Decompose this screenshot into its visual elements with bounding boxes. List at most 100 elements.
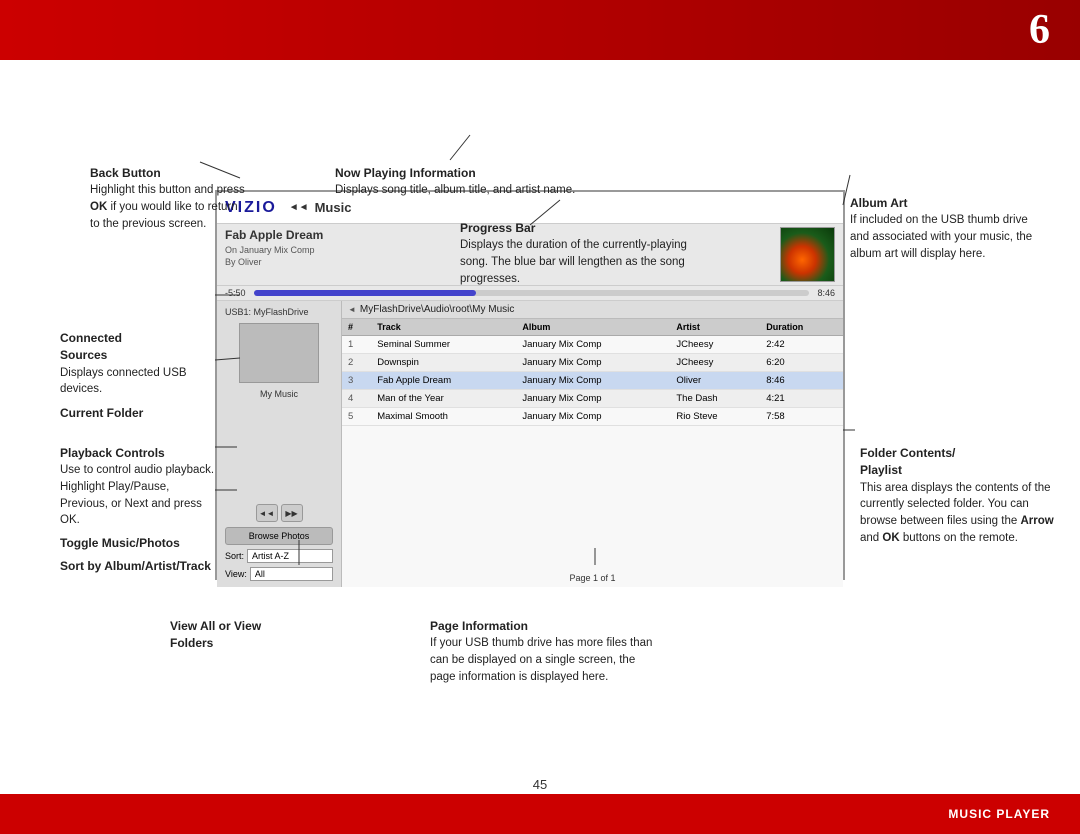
- track-num: 5: [342, 408, 371, 426]
- table-row[interactable]: 5 Maximal Smooth January Mix Comp Rio St…: [342, 408, 843, 426]
- col-album: Album: [516, 319, 670, 336]
- on-label: On: [225, 245, 237, 255]
- view-input[interactable]: All: [250, 567, 333, 581]
- table-row[interactable]: 1 Seminal Summer January Mix Comp JChees…: [342, 336, 843, 354]
- sort-row: Sort: Artist A-Z: [225, 549, 333, 563]
- ann-now-playing: Now Playing Information Displays song ti…: [335, 165, 625, 199]
- ann-playback-text: Use to control audio playback. Highlight…: [60, 462, 220, 529]
- ann-connected-sources: ConnectedSources Displays connected USB …: [60, 330, 210, 398]
- ann-view-all-title: View All or ViewFolders: [170, 618, 330, 653]
- bottom-bar: MUSIC PLAYER: [0, 794, 1080, 834]
- album-art: [780, 227, 835, 282]
- track-artist: Rio Steve: [670, 408, 760, 426]
- ann-page-info: Page Information If your USB thumb drive…: [430, 618, 660, 685]
- ann-album-art: Album Art If included on the USB thumb d…: [850, 195, 1050, 262]
- on-album-line: On January Mix Comp: [225, 244, 323, 257]
- track-duration: 7:58: [760, 408, 843, 426]
- ann-folder-contents-title: Folder Contents/Playlist: [860, 445, 1055, 480]
- ann-sort-title: Sort by Album/Artist/Track: [60, 558, 220, 575]
- track-album: January Mix Comp: [516, 372, 670, 390]
- ann-progress-title: Progress Bar: [460, 220, 700, 237]
- col-artist: Artist: [670, 319, 760, 336]
- time-elapsed: -5:50: [225, 288, 246, 298]
- track-name: Fab Apple Dream: [371, 372, 516, 390]
- progress-track: [254, 290, 810, 296]
- browse-photos-button[interactable]: Browse Photos: [225, 527, 333, 545]
- file-table: # Track Album Artist Duration 1 Seminal …: [342, 319, 843, 426]
- track-name: Maximal Smooth: [371, 408, 516, 426]
- track-album: January Mix Comp: [516, 336, 670, 354]
- track-num: 4: [342, 390, 371, 408]
- track-name: Downspin: [371, 354, 516, 372]
- ann-back-button-title: Back Button: [90, 165, 245, 182]
- ann-folder-contents-text: This area displays the contents of the c…: [860, 480, 1055, 547]
- back-button-icon[interactable]: ◄◄: [289, 202, 309, 213]
- top-bar: 6: [0, 0, 1080, 60]
- path-text: MyFlashDrive\Audio\root\My Music: [360, 304, 514, 315]
- track-duration: 4:21: [760, 390, 843, 408]
- sort-label: Sort:: [225, 551, 244, 561]
- ann-playback-controls: Playback Controls Use to control audio p…: [60, 445, 220, 576]
- tv-sidebar: USB1: MyFlashDrive My Music ◄◄ ▶▶ Browse…: [217, 301, 342, 587]
- table-row[interactable]: 2 Downspin January Mix Comp JCheesy 6:20: [342, 354, 843, 372]
- ann-folder-contents: Folder Contents/Playlist This area displ…: [860, 445, 1055, 546]
- track-num: 1: [342, 336, 371, 354]
- track-num: 2: [342, 354, 371, 372]
- track-artist: JCheesy: [670, 354, 760, 372]
- ann-progress-bar: Progress Bar Displays the duration of th…: [460, 220, 700, 287]
- path-arrow-icon: ◄: [348, 305, 356, 314]
- page-chapter-number: 6: [1029, 6, 1050, 54]
- ann-current-folder: Current Folder: [60, 405, 210, 422]
- main-content: VIZIO ◄◄ Music Fab Apple Dream On Januar…: [0, 60, 1080, 794]
- ann-now-playing-title: Now Playing Information: [335, 165, 625, 182]
- table-row[interactable]: 3 Fab Apple Dream January Mix Comp Olive…: [342, 372, 843, 390]
- ann-page-info-text: If your USB thumb drive has more files t…: [430, 635, 660, 685]
- ann-back-button-text: Highlight this button and press OK if yo…: [90, 182, 245, 232]
- album-art-image: [781, 228, 834, 281]
- spacer: [221, 399, 337, 501]
- time-total: 8:46: [817, 288, 835, 298]
- path-bar: ◄ MyFlashDrive\Audio\root\My Music: [342, 301, 843, 319]
- ann-album-art-title: Album Art: [850, 195, 1050, 212]
- ann-page-info-title: Page Information: [430, 618, 660, 635]
- ann-connected-sources-title: ConnectedSources: [60, 330, 210, 365]
- folder-box: [239, 323, 319, 383]
- ann-back-button: Back Button Highlight this button and pr…: [90, 165, 245, 232]
- ann-connected-sources-text: Displays connected USB devices.: [60, 365, 210, 398]
- col-duration: Duration: [760, 319, 843, 336]
- col-num: #: [342, 319, 371, 336]
- now-playing-info: Fab Apple Dream On January Mix Comp By O…: [225, 227, 323, 269]
- by-label: By: [225, 257, 236, 267]
- music-label: Music: [315, 200, 352, 215]
- view-label: View:: [225, 569, 247, 579]
- tv-body: USB1: MyFlashDrive My Music ◄◄ ▶▶ Browse…: [217, 301, 843, 587]
- ann-current-folder-title: Current Folder: [60, 405, 210, 422]
- artist-now-playing: Oliver: [238, 257, 262, 267]
- track-duration: 2:42: [760, 336, 843, 354]
- table-row[interactable]: 4 Man of the Year January Mix Comp The D…: [342, 390, 843, 408]
- sort-input[interactable]: Artist A-Z: [247, 549, 333, 563]
- track-duration: 6:20: [760, 354, 843, 372]
- progress-section: -5:50 8:46: [217, 286, 843, 301]
- progress-fill: [254, 290, 476, 296]
- page-info: Page 1 of 1: [342, 569, 843, 587]
- track-name: Man of the Year: [371, 390, 516, 408]
- folder-label: My Music: [221, 389, 337, 399]
- prev-button[interactable]: ◄◄: [256, 504, 278, 522]
- by-artist-line: By Oliver: [225, 256, 323, 269]
- usb-label: USB1: MyFlashDrive: [221, 305, 337, 319]
- track-album: January Mix Comp: [516, 390, 670, 408]
- track-artist: Oliver: [670, 372, 760, 390]
- ann-ok-bold: OK: [882, 532, 899, 544]
- track-artist: JCheesy: [670, 336, 760, 354]
- track-num: 3: [342, 372, 371, 390]
- track-album: January Mix Comp: [516, 354, 670, 372]
- ann-view-all: View All or ViewFolders: [170, 618, 330, 653]
- album-now-playing: January Mix Comp: [240, 245, 315, 255]
- track-duration: 8:46: [760, 372, 843, 390]
- next-button[interactable]: ▶▶: [281, 504, 303, 522]
- ann-toggle-title: Toggle Music/Photos: [60, 535, 220, 552]
- section-label: MUSIC PLAYER: [948, 807, 1050, 821]
- view-row: View: All: [225, 567, 333, 581]
- tv-content: ◄ MyFlashDrive\Audio\root\My Music # Tra…: [342, 301, 843, 587]
